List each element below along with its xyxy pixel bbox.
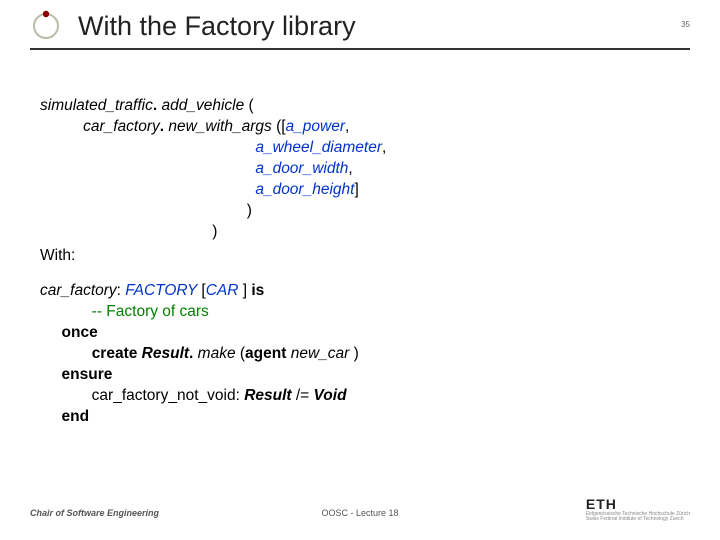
code-indent	[40, 408, 62, 425]
code-keyword: end	[62, 408, 90, 425]
code-text: ]	[354, 181, 358, 198]
code-arg: a_door_height	[255, 181, 354, 198]
code-arg: a_wheel_diameter	[255, 139, 382, 156]
code-text: :	[117, 282, 126, 299]
code-indent	[40, 181, 255, 198]
code-text: Result	[142, 345, 189, 362]
with-label: With:	[40, 246, 690, 267]
code-text: new_with_args	[164, 118, 276, 135]
code-text: Void	[314, 387, 347, 404]
code-text: add_vehicle	[157, 97, 248, 114]
code-block-1: simulated_traffic. add_vehicle ( car_fac…	[40, 96, 690, 242]
code-text: /=	[296, 387, 314, 404]
code-type: CAR	[206, 282, 243, 299]
code-comment: -- Factory of cars	[40, 303, 209, 320]
logo-icon	[30, 10, 62, 42]
code-keyword: once	[62, 324, 98, 341]
code-text: make	[193, 345, 240, 362]
code-text: simulated_traffic	[40, 97, 153, 114]
code-text: ([	[276, 118, 285, 135]
code-text: ,	[348, 160, 352, 177]
code-type: FACTORY	[125, 282, 201, 299]
code-arg: a_power	[286, 118, 345, 135]
code-indent	[40, 118, 83, 135]
code-text: )	[354, 345, 359, 362]
code-text: car_factory	[40, 282, 117, 299]
code-text: Result	[244, 387, 296, 404]
code-arg: a_door_width	[255, 160, 348, 177]
code-keyword: agent	[245, 345, 291, 362]
footer-left: Chair of Software Engineering	[30, 508, 159, 518]
code-text: car_factory	[83, 118, 160, 135]
code-text: )	[40, 223, 217, 240]
eth-logo: ETH Eidgenössische Technische Hochschule…	[586, 496, 690, 522]
page-number: 35	[681, 20, 690, 29]
page-title: With the Factory library	[78, 11, 356, 42]
code-text: (	[249, 97, 254, 114]
eth-logo-sub2: Swiss Federal Institute of Technology Zu…	[586, 517, 690, 522]
code-text: ,	[382, 139, 386, 156]
content: simulated_traffic. add_vehicle ( car_fac…	[30, 50, 690, 428]
code-block-2: car_factory: FACTORY [CAR ] is -- Factor…	[40, 281, 690, 427]
code-text: )	[40, 202, 252, 219]
code-text: car_factory_not_void:	[40, 387, 244, 404]
code-indent	[40, 139, 255, 156]
code-indent	[40, 345, 92, 362]
footer-center: OOSC - Lecture 18	[321, 508, 398, 518]
code-keyword: ensure	[62, 366, 113, 383]
code-indent	[40, 366, 62, 383]
code-text: ,	[345, 118, 349, 135]
slide: With the Factory library 35 simulated_tr…	[0, 0, 720, 540]
eth-logo-text: ETH	[586, 496, 690, 512]
code-indent	[40, 324, 62, 341]
code-indent	[40, 160, 255, 177]
code-text: new_car	[291, 345, 354, 362]
header: With the Factory library 35	[30, 0, 690, 50]
code-keyword: is	[251, 282, 264, 299]
code-keyword: create	[92, 345, 142, 362]
